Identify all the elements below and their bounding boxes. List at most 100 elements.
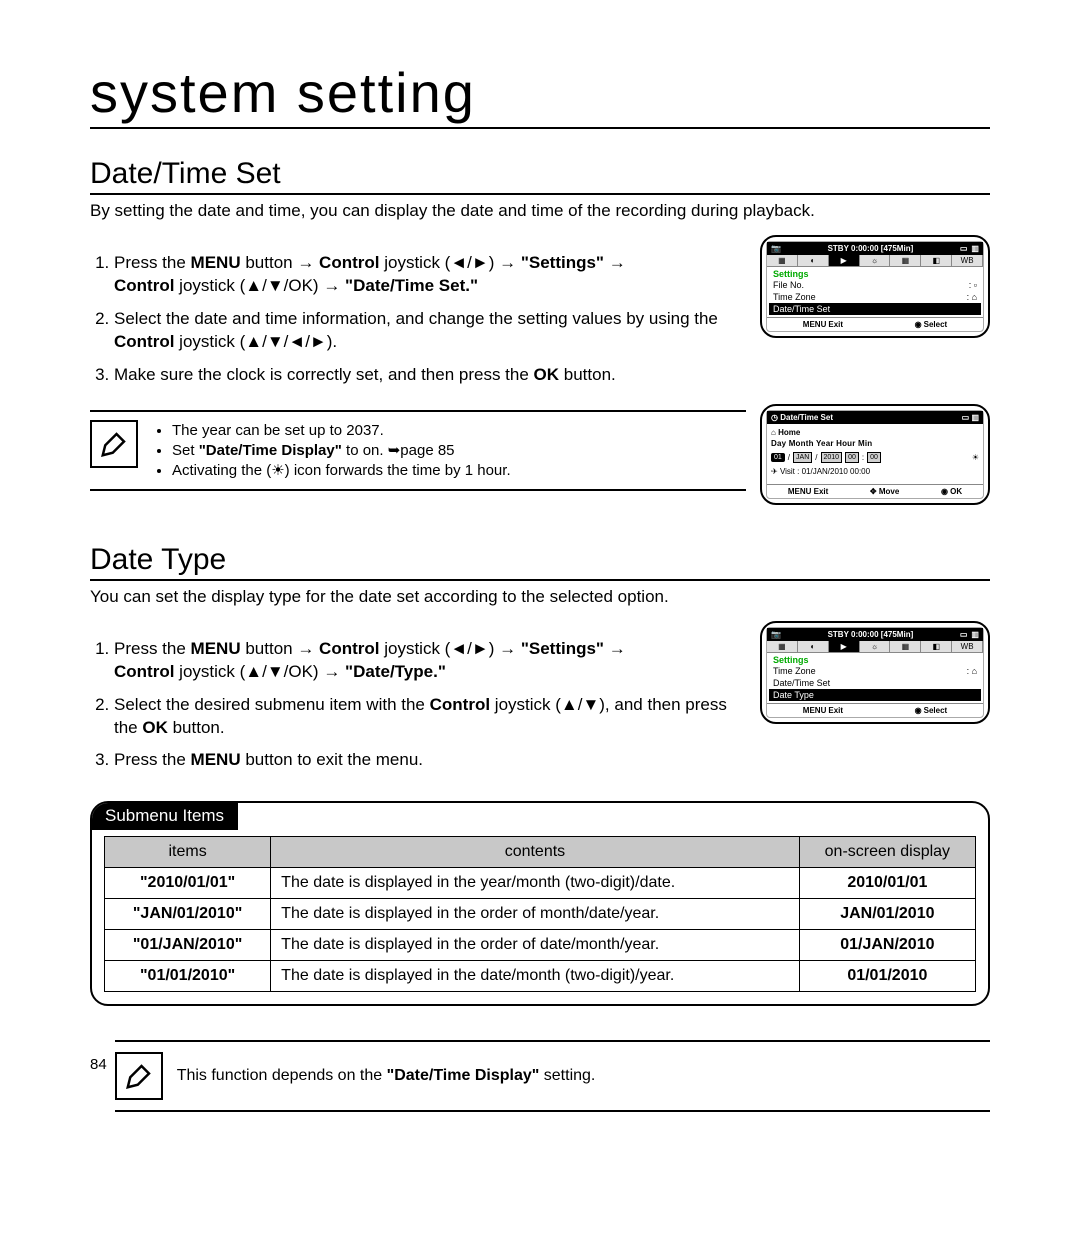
card-icon: ▭	[960, 244, 968, 253]
tab-icon: ▦	[767, 255, 798, 266]
text: joystick (▲/▼/◄/►).	[174, 332, 337, 351]
datetime-steps: Press the MENU button → Control joystick…	[90, 252, 746, 387]
control-label: Control	[319, 639, 379, 658]
col-items: items	[105, 837, 271, 868]
sep: :	[862, 453, 864, 462]
settings-label: "Settings"	[521, 253, 604, 272]
content-cell: The date is displayed in the order of mo…	[271, 899, 800, 930]
dt-title: Date/Time Set	[780, 413, 833, 422]
lcd-datetime-screenshot: ◷ Date/Time Set ▭ ▥ ⌂ Home Day Month Yea…	[760, 404, 990, 505]
display-cell: 01/JAN/2010	[799, 930, 975, 961]
exit-label: Exit	[828, 706, 843, 715]
text: ) icon forwards the time by 1 hour.	[285, 462, 511, 479]
text: Press the	[114, 639, 191, 658]
text: button →	[241, 253, 319, 272]
visit-label: Visit : 01/JAN/2010 00:00	[780, 467, 870, 476]
text: setting.	[539, 1067, 595, 1084]
setting-name: "Date/Time Display"	[199, 442, 342, 459]
step-2: Select the date and time information, an…	[114, 308, 746, 354]
datetype-steps: Press the MENU button → Control joystick…	[90, 638, 746, 773]
tab-icon: ☼	[860, 255, 891, 266]
content-cell: The date is displayed in the date/month …	[271, 961, 800, 992]
step-1: Press the MENU button → Control joystick…	[114, 252, 746, 298]
note-item: The year can be set up to 2037.	[172, 422, 511, 439]
table-row: "JAN/01/2010" The date is displayed in t…	[105, 899, 976, 930]
row-label: Time Zone	[773, 666, 816, 676]
menu-label: MENU	[803, 706, 827, 715]
item-cell: "01/JAN/2010"	[105, 930, 271, 961]
note-item: Activating the (☀) icon forwards the tim…	[172, 461, 511, 479]
tab-icon: ◧	[921, 641, 952, 652]
exit-label: Exit	[814, 487, 829, 496]
menu-title: Settings	[773, 269, 977, 279]
row-icon: : ▫	[969, 280, 977, 290]
note-box: The year can be set up to 2037. Set "Dat…	[90, 410, 746, 491]
chapter-title: system setting	[90, 60, 990, 129]
step-3: Make sure the clock is correctly set, an…	[114, 364, 746, 387]
text: button to exit the menu.	[241, 750, 423, 769]
tab-icon: ▶	[829, 641, 860, 652]
home-label: Home	[778, 428, 800, 437]
datetype-intro: You can set the display type for the dat…	[90, 587, 990, 607]
text: joystick (▲/▼/OK) →	[174, 662, 345, 681]
text: button →	[241, 639, 319, 658]
row-label: Date/Time Set	[773, 678, 830, 688]
card-icon: ▭	[962, 413, 970, 422]
text: Press the	[114, 253, 191, 272]
lcd-datetype-screenshot: 📷 STBY 0:00:00 [475Min] ▭▥ ▦◐▶☼▦◧WB Sett…	[760, 621, 990, 724]
table-row: "2010/01/01" The date is displayed in th…	[105, 868, 976, 899]
menu-row: Date/Time Set	[773, 677, 977, 689]
row-icon: : ⌂	[967, 666, 977, 676]
row-label: Date/Time Set	[773, 304, 830, 314]
tab-row: ▦◐▶☼▦◧WB	[767, 255, 983, 267]
section-title-datetime: Date/Time Set	[90, 157, 990, 195]
menu-label: MENU	[191, 750, 241, 769]
setting-name: "Date/Time Display"	[387, 1067, 540, 1084]
text: button.	[559, 365, 616, 384]
item-cell: "JAN/01/2010"	[105, 899, 271, 930]
month-field: JAN	[793, 452, 812, 463]
status-text: STBY 0:00:00 [475Min]	[828, 244, 914, 253]
tab-icon: ◐	[798, 255, 829, 266]
camera-icon: 📷	[771, 630, 781, 639]
content-cell: The date is displayed in the year/month …	[271, 868, 800, 899]
text: button.	[168, 718, 225, 737]
tab-icon: ◐	[798, 641, 829, 652]
row-label: Date Type	[773, 690, 814, 700]
item-cell: "01/01/2010"	[105, 961, 271, 992]
plane-icon: ✈	[771, 467, 778, 476]
text: joystick (◄/►) →	[379, 639, 520, 658]
text: Set	[172, 442, 199, 459]
tab-icon: ◧	[921, 255, 952, 266]
battery-icon: ▥	[971, 413, 979, 422]
table-row: "01/01/2010" The date is displayed in th…	[105, 961, 976, 992]
datetime-intro: By setting the date and time, you can di…	[90, 201, 990, 221]
table-row: "01/JAN/2010" The date is displayed in t…	[105, 930, 976, 961]
step-2: Select the desired submenu item with the…	[114, 694, 746, 740]
battery-icon: ▥	[971, 244, 979, 253]
control-label: Control	[114, 276, 174, 295]
dst-icon: ☀	[972, 453, 979, 462]
step-3: Press the MENU button to exit the menu.	[114, 749, 746, 772]
control-label: Control	[114, 332, 174, 351]
hour-field: 00	[845, 452, 859, 463]
exit-label: Exit	[828, 320, 843, 329]
text: to on. ➥page 85	[342, 442, 455, 459]
display-cell: JAN/01/2010	[799, 899, 975, 930]
sep: /	[788, 453, 790, 462]
section-title-datetype: Date Type	[90, 543, 990, 581]
year-field: 2010	[821, 452, 843, 463]
ok-label: OK	[534, 365, 560, 384]
step-1: Press the MENU button → Control joystick…	[114, 638, 746, 684]
menu-label: MENU	[191, 639, 241, 658]
submenu-panel: Submenu Items items contents on-screen d…	[90, 801, 990, 1006]
dt-edit-row: 01 / JAN / 2010 00 : 00 ☀	[771, 452, 979, 463]
sep: /	[815, 453, 817, 462]
tab-row: ▦◐▶☼▦◧WB	[767, 641, 983, 653]
dt-column-labels: Day Month Year Hour Min	[771, 439, 979, 448]
text: joystick (◄/►) →	[379, 253, 520, 272]
text: This function depends on the	[177, 1067, 387, 1084]
home-icon: ⌂	[771, 428, 776, 437]
tab-icon: ▦	[767, 641, 798, 652]
menu-title: Settings	[773, 655, 977, 665]
